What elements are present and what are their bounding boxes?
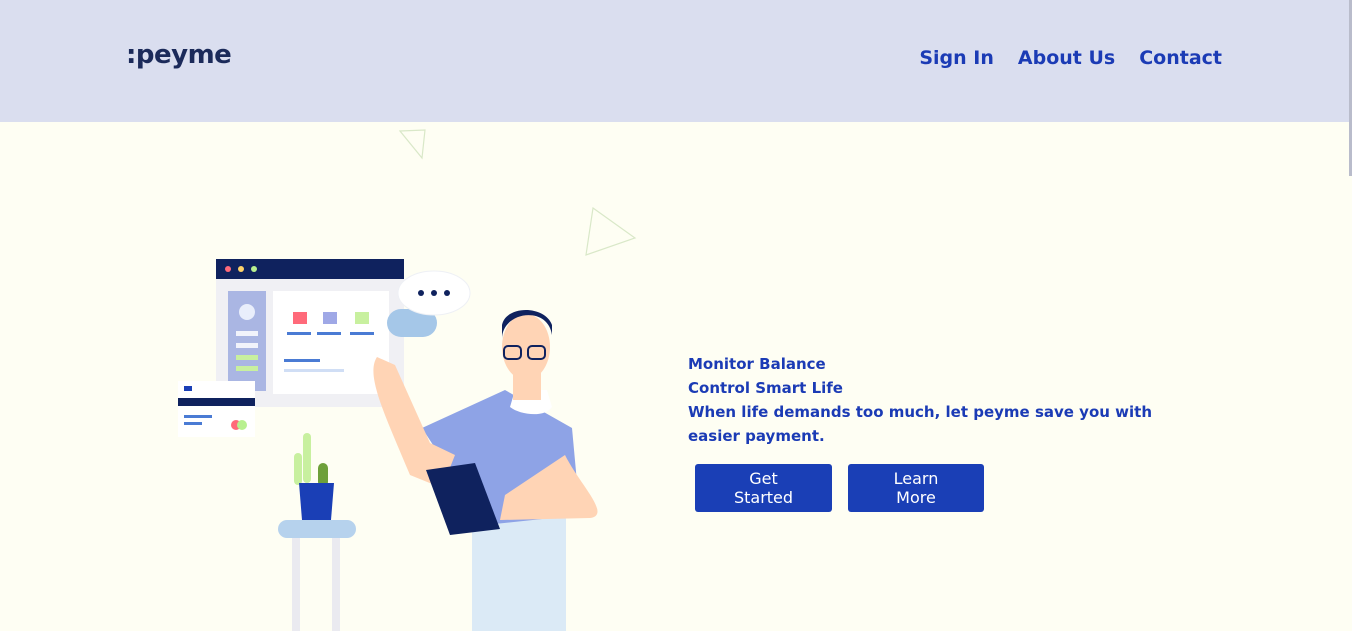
hero-buttons: Get Started Learn More — [695, 464, 984, 512]
get-started-button[interactable]: Get Started — [695, 464, 832, 512]
nav-about-us[interactable]: About Us — [1018, 47, 1115, 69]
hero-subheadline: Control Smart Life — [688, 379, 843, 397]
hero-text: Monitor Balance Control Smart Life When … — [688, 352, 1208, 448]
credit-card-icon — [178, 381, 255, 437]
site-header: :peyme Sign In About Us Contact — [0, 0, 1352, 122]
logo[interactable]: :peyme — [126, 40, 232, 70]
nav-sign-in[interactable]: Sign In — [919, 47, 994, 69]
person-icon — [373, 310, 598, 631]
learn-more-button[interactable]: Learn More — [848, 464, 984, 512]
plant-icon — [278, 433, 356, 631]
hero-headline: Monitor Balance — [688, 355, 826, 373]
triangle-decoration-icon — [398, 129, 637, 256]
nav-contact[interactable]: Contact — [1139, 47, 1222, 69]
hero-description: When life demands too much, let peyme sa… — [688, 403, 1153, 445]
main-nav: Sign In About Us Contact — [919, 47, 1222, 69]
hero-illustration — [178, 129, 637, 631]
